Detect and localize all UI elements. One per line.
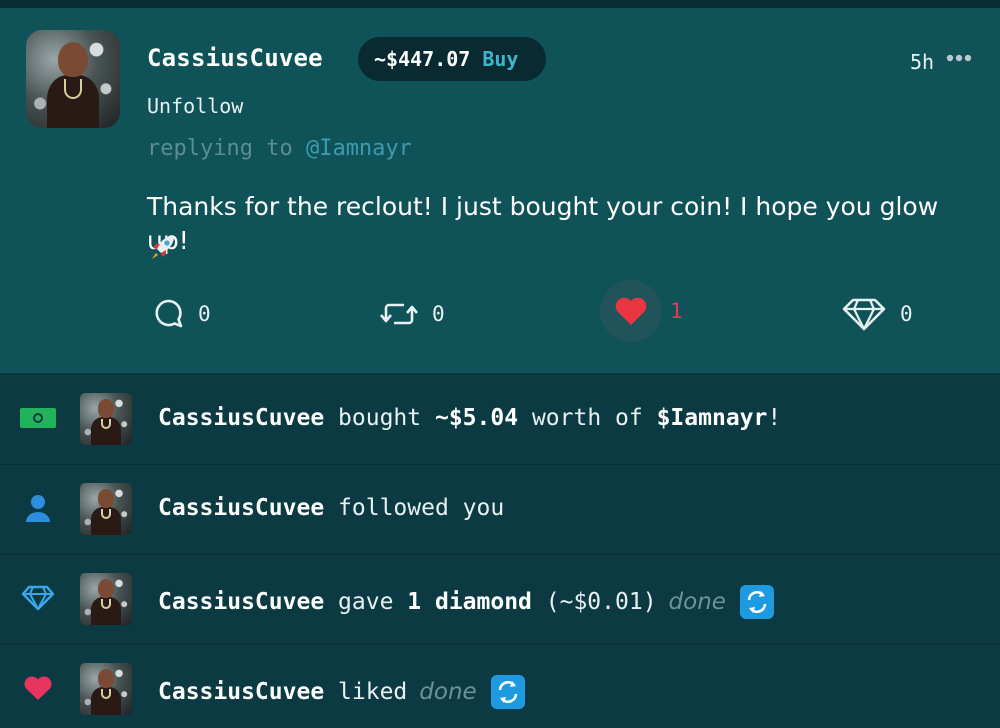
avatar[interactable] [80, 393, 132, 445]
diamond-action[interactable]: 0 [842, 294, 913, 334]
like-action[interactable]: 1 [600, 280, 683, 342]
more-dots-icon[interactable] [946, 44, 972, 68]
notification-user[interactable]: CassiusCuvee [158, 405, 324, 431]
like-count: 1 [670, 299, 683, 323]
heart-icon [600, 280, 662, 342]
refresh-icon[interactable] [739, 585, 774, 619]
notification-text: CassiusCuvee gave 1 diamond (~$0.01) don… [158, 585, 774, 619]
post-body: Thanks for the reclout! I just bought yo… [147, 192, 939, 255]
notification-user[interactable]: CassiusCuvee [158, 679, 324, 705]
diamond-count: 0 [900, 302, 913, 326]
replying-prefix: replying to [147, 136, 293, 161]
rocket-icon [148, 232, 178, 262]
done-label: done [419, 679, 477, 705]
top-bar [0, 0, 1000, 8]
coin-price-pill[interactable]: ~$447.07 Buy [358, 37, 546, 81]
notification-text: CassiusCuvee followed you [158, 495, 505, 521]
notification-user[interactable]: CassiusCuvee [158, 495, 324, 521]
post-username[interactable]: CassiusCuvee [147, 44, 323, 72]
notification-text: CassiusCuvee bought ~$5.04 worth of $Iam… [158, 405, 782, 431]
comment-icon [152, 298, 184, 330]
buy-button[interactable]: Buy [482, 47, 518, 71]
person-icon [18, 488, 58, 528]
repost-icon [380, 300, 418, 328]
coin-price: ~$447.07 [374, 47, 471, 71]
coin-link[interactable]: $Iamnayr [657, 405, 768, 431]
avatar[interactable] [80, 663, 132, 715]
comment-count: 0 [198, 302, 211, 326]
money-icon [18, 398, 58, 438]
avatar[interactable] [80, 483, 132, 535]
heart-icon [18, 668, 58, 708]
comment-action[interactable]: 0 [152, 294, 211, 334]
diamond-icon [842, 297, 886, 331]
refresh-icon[interactable] [490, 675, 525, 709]
repost-count: 0 [432, 302, 445, 326]
replying-to: replying to @Iamnayr [147, 136, 412, 161]
mention-link[interactable]: @Iamnayr [306, 136, 412, 161]
notification-text: CassiusCuvee liked done [158, 675, 525, 709]
avatar[interactable] [26, 30, 120, 128]
notification-user[interactable]: CassiusCuvee [158, 589, 324, 615]
diamond-icon [18, 578, 58, 618]
repost-action[interactable]: 0 [380, 294, 445, 334]
done-label: done [668, 589, 726, 615]
avatar[interactable] [80, 573, 132, 625]
unfollow-button[interactable]: Unfollow [147, 94, 243, 118]
post-time: 5h [910, 50, 935, 74]
